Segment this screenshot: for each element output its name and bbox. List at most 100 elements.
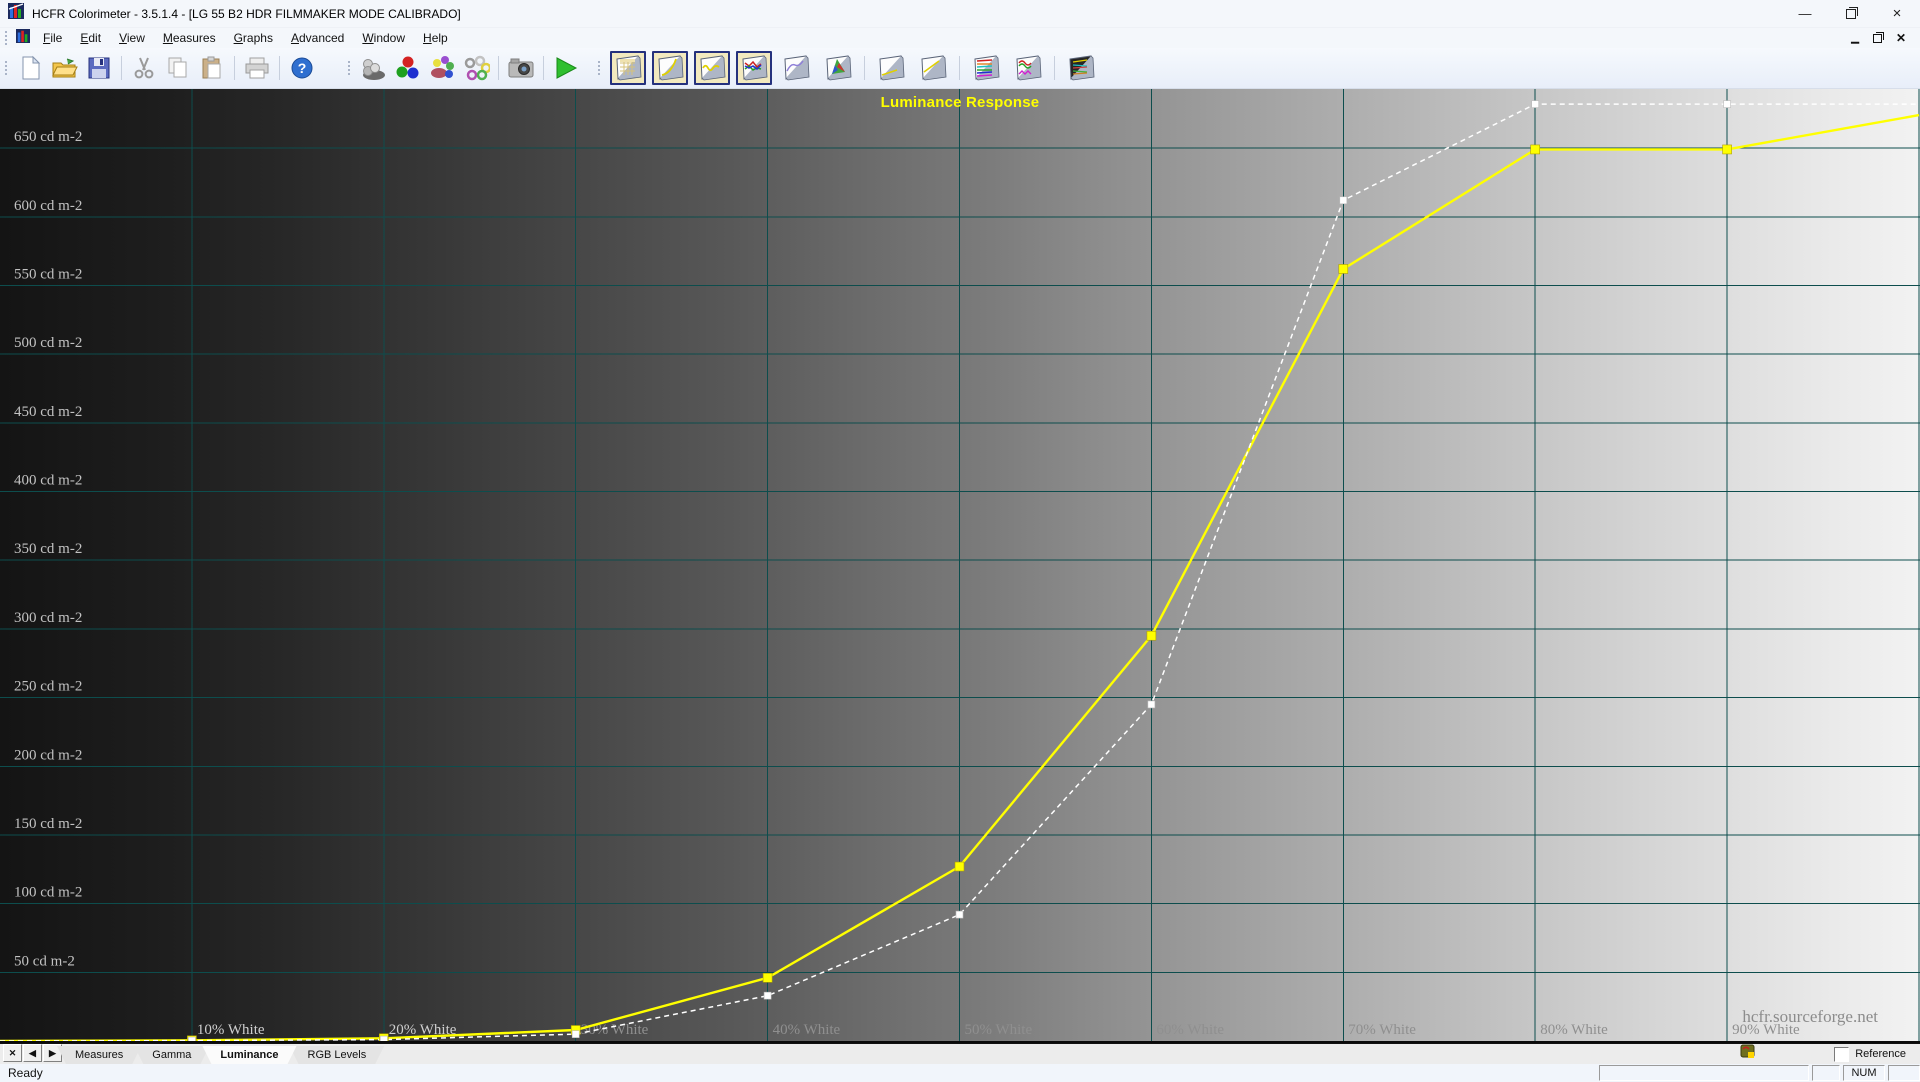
- svg-text:500 cd m-2: 500 cd m-2: [14, 335, 82, 351]
- camera-button[interactable]: [506, 53, 536, 83]
- copy-icon: [166, 56, 190, 80]
- tab-rgb-levels[interactable]: RGB Levels: [290, 1046, 385, 1064]
- window-title: HCFR Colorimeter - 3.5.1.4 - [LG 55 B2 H…: [32, 7, 461, 21]
- svg-text:250 cd m-2: 250 cd m-2: [14, 679, 82, 695]
- graph-tab-bar: ✕ ◀ ▶ Measures Gamma Luminance RGB Level…: [0, 1043, 1920, 1064]
- color-temperature-graph-button[interactable]: [778, 51, 814, 85]
- near-black-graph-icon: [877, 55, 905, 81]
- open-file-button[interactable]: [50, 53, 80, 83]
- num-lock-indicator: NUM: [1843, 1065, 1885, 1081]
- title-bar: HCFR Colorimeter - 3.5.1.4 - [LG 55 B2 H…: [0, 0, 1920, 28]
- restore-button[interactable]: [1828, 0, 1874, 27]
- tab-luminance[interactable]: Luminance: [202, 1046, 296, 1064]
- menu-file[interactable]: File: [34, 29, 71, 47]
- measures-graph-icon: [1014, 55, 1042, 81]
- close-button[interactable]: ×: [1874, 0, 1920, 27]
- cie-diagram-button[interactable]: [820, 51, 856, 85]
- svg-text:200 cd m-2: 200 cd m-2: [14, 747, 82, 763]
- tab-close-button[interactable]: ✕: [3, 1044, 22, 1062]
- menu-measures[interactable]: Measures: [154, 29, 225, 47]
- tab-gamma[interactable]: Gamma: [134, 1046, 209, 1064]
- svg-text:80% White: 80% White: [1540, 1022, 1608, 1038]
- menu-advanced[interactable]: Advanced: [282, 29, 353, 47]
- svg-text:350 cd m-2: 350 cd m-2: [14, 541, 82, 557]
- tab-nav-buttons: ✕ ◀ ▶: [0, 1042, 64, 1064]
- svg-text:40% White: 40% White: [773, 1022, 841, 1038]
- camera-icon: [507, 56, 535, 80]
- svg-text:10% White: 10% White: [197, 1022, 265, 1038]
- chart-title: Luminance Response: [0, 94, 1920, 111]
- spectrum-graph-button[interactable]: [1063, 51, 1099, 85]
- luminance-graph-button[interactable]: [694, 51, 730, 85]
- menu-edit[interactable]: Edit: [71, 29, 110, 47]
- svg-text:100 cd m-2: 100 cd m-2: [14, 885, 82, 901]
- sensor-button[interactable]: [359, 53, 389, 83]
- grayscale-measure-button[interactable]: [461, 53, 491, 83]
- grayscale-measure-icon: [462, 55, 490, 81]
- run-measures-icon: [553, 55, 579, 81]
- toolbar: ?: [0, 48, 1920, 89]
- tab-measures[interactable]: Measures: [57, 1046, 141, 1064]
- measures-table-button[interactable]: [610, 51, 646, 85]
- rgb-levels-graph-button[interactable]: [736, 51, 772, 85]
- luminance-chart-area: 50 cd m-2100 cd m-2150 cd m-2200 cd m-22…: [0, 89, 1920, 1043]
- near-black-graph-button[interactable]: [873, 51, 909, 85]
- new-document-button[interactable]: [16, 53, 46, 83]
- print-button[interactable]: [242, 53, 272, 83]
- toolbar-drag-handle-2[interactable]: [348, 61, 354, 75]
- minimize-button[interactable]: —: [1782, 0, 1828, 27]
- graph-toolbar-group: [607, 51, 1102, 85]
- cut-button[interactable]: [129, 53, 159, 83]
- toolbar-drag-handle-3[interactable]: [598, 61, 604, 75]
- status-panel: [1812, 1065, 1840, 1081]
- menu-bar: File Edit View Measures Graphs Advanced …: [0, 28, 1920, 48]
- about-help-icon: ?: [290, 56, 314, 80]
- watermark: hcfr.sourceforge.net: [1742, 1007, 1878, 1027]
- child-window-controls: ▁ ✕: [1851, 31, 1920, 45]
- save-icon: [87, 56, 111, 80]
- sensor-status-icon: [1740, 1044, 1756, 1065]
- svg-text:60% White: 60% White: [1156, 1022, 1224, 1038]
- menu-view[interactable]: View: [110, 29, 154, 47]
- copy-button[interactable]: [163, 53, 193, 83]
- rgb-measure-button[interactable]: [393, 53, 423, 83]
- menu-graphs[interactable]: Graphs: [225, 29, 282, 47]
- toolbar-separator: [234, 56, 235, 80]
- svg-text:400 cd m-2: 400 cd m-2: [14, 473, 82, 489]
- toolbar-drag-handle-1[interactable]: [5, 61, 11, 75]
- svg-text:650 cd m-2: 650 cd m-2: [14, 129, 82, 145]
- status-panel: [1888, 1065, 1920, 1081]
- saturation-graph-button[interactable]: [968, 51, 1004, 85]
- menubar-drag-handle[interactable]: [5, 31, 11, 45]
- toolbar-separator: [1054, 56, 1055, 80]
- save-button[interactable]: [84, 53, 114, 83]
- near-white-graph-icon: [919, 55, 947, 81]
- child-restore-button[interactable]: [1873, 34, 1882, 43]
- about-help-button[interactable]: ?: [287, 53, 317, 83]
- gamma-graph-button[interactable]: [652, 51, 688, 85]
- rgb-levels-graph-icon: [740, 55, 768, 81]
- saturation-graph-icon: [972, 55, 1000, 81]
- reference-checkbox[interactable]: [1834, 1047, 1849, 1062]
- spectrum-graph-icon: [1067, 55, 1095, 81]
- new-document-icon: [19, 55, 43, 81]
- print-icon: [244, 56, 270, 80]
- measures-table-icon: [614, 55, 642, 81]
- free-measure-button[interactable]: [427, 53, 457, 83]
- paste-button[interactable]: [197, 53, 227, 83]
- gamma-graph-icon: [656, 55, 684, 81]
- run-measures-button[interactable]: [551, 53, 581, 83]
- svg-text:70% White: 70% White: [1348, 1022, 1416, 1038]
- menu-help[interactable]: Help: [414, 29, 457, 47]
- child-minimize-button[interactable]: ▁: [1851, 33, 1859, 44]
- near-white-graph-button[interactable]: [915, 51, 951, 85]
- menu-window[interactable]: Window: [353, 29, 414, 47]
- status-message: Ready: [0, 1066, 43, 1080]
- svg-text:600 cd m-2: 600 cd m-2: [14, 198, 82, 214]
- app-icon: [8, 3, 24, 24]
- tab-scroll-left-button[interactable]: ◀: [23, 1044, 42, 1062]
- toolbar-separator: [498, 56, 499, 80]
- measures-graph-button[interactable]: [1010, 51, 1046, 85]
- child-close-button[interactable]: ✕: [1896, 31, 1906, 45]
- toolbar-separator: [959, 56, 960, 80]
